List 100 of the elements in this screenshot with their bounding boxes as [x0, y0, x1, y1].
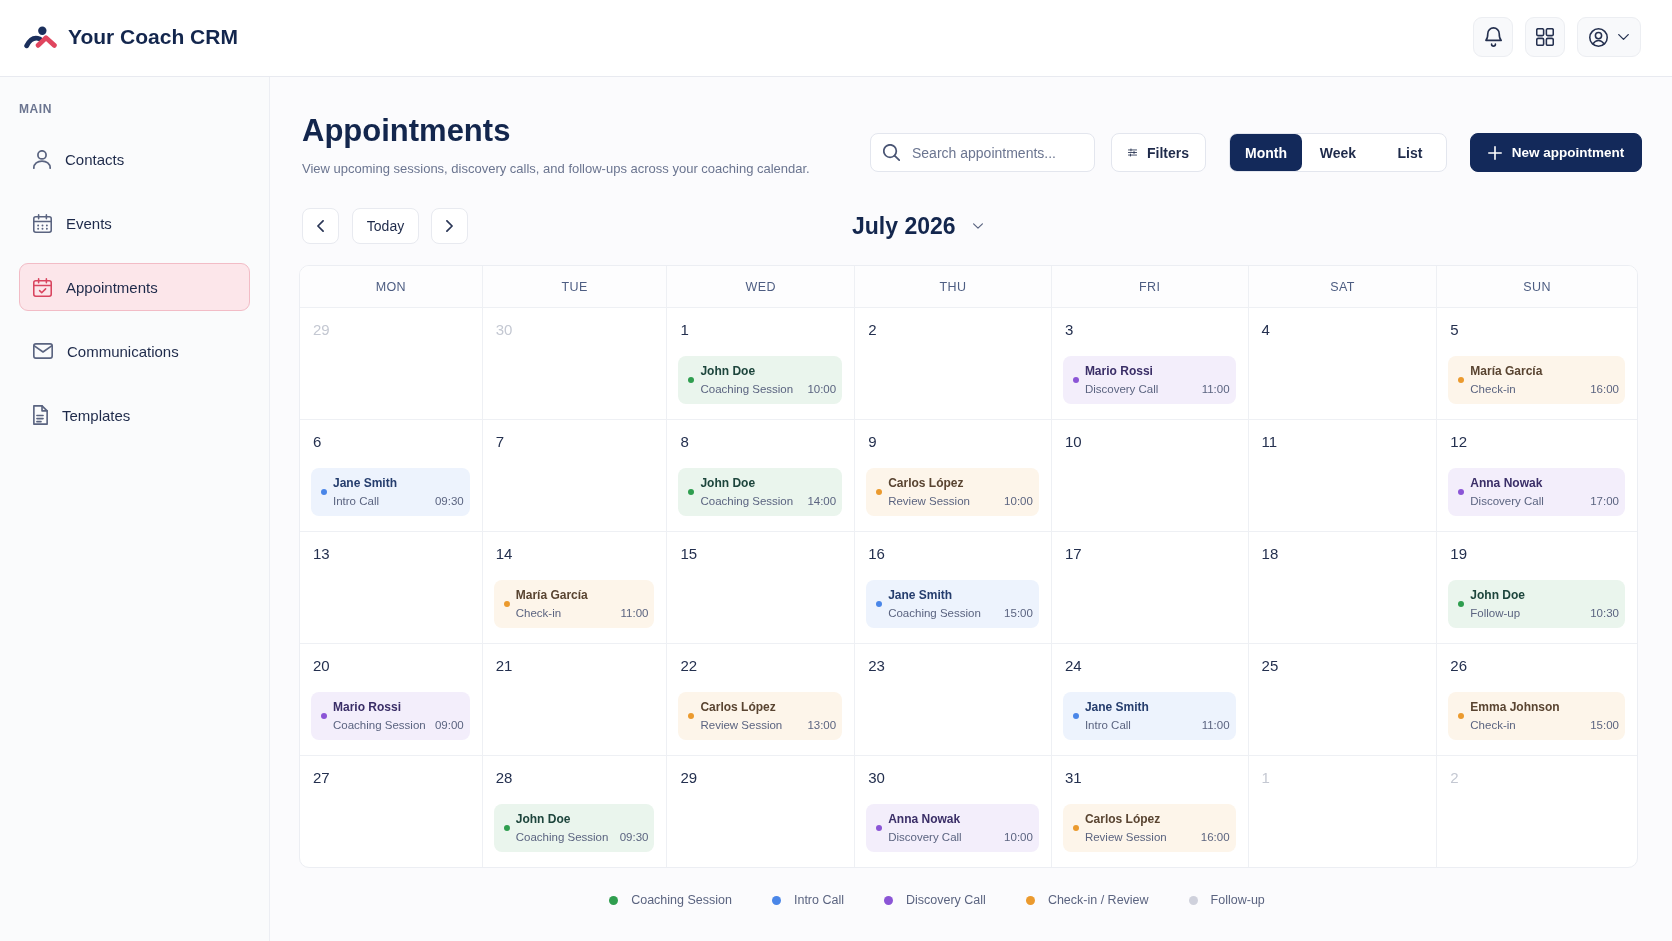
appointment-chip[interactable]: Anna Nowak Discovery Call 17:00 [1448, 468, 1625, 516]
legend-label: Coaching Session [631, 892, 732, 908]
weekday-label: SAT [1330, 279, 1355, 294]
chevron-left-icon [317, 220, 324, 232]
appointment-chip[interactable]: Carlos López Review Session 13:00 [678, 692, 843, 740]
session-time: 15:00 [1004, 606, 1033, 621]
day-number: 31 [1064, 769, 1082, 787]
appointment-chip[interactable]: John Doe Coaching Session 14:00 [678, 468, 843, 516]
session-time: 11:00 [1201, 718, 1230, 733]
weekday-label: SUN [1523, 279, 1551, 294]
legend-label: Follow-up [1210, 892, 1265, 908]
client-name: Carlos López [888, 475, 965, 491]
document-icon [33, 405, 48, 425]
appointment-chip[interactable]: María García Check-in 16:00 [1448, 356, 1625, 404]
session-time: 11:00 [1201, 382, 1230, 397]
sidebar-nav-item[interactable]: Events [19, 199, 250, 247]
view-tab[interactable]: Month [1230, 134, 1302, 171]
appointment-chip[interactable]: John Doe Follow-up 10:30 [1448, 580, 1625, 628]
client-name: Jane Smith [1084, 699, 1150, 715]
appointment-chip[interactable]: Carlos López Review Session 10:00 [866, 468, 1039, 516]
notifications-button[interactable] [1473, 17, 1513, 57]
session-type: Review Session [1084, 830, 1167, 845]
session-time: 15:00 [1590, 718, 1619, 733]
legend-label: Intro Call [793, 892, 844, 908]
view-tab[interactable]: Week [1302, 134, 1374, 171]
previous-month-button[interactable] [302, 208, 339, 244]
search-field[interactable]: Search appointments... [870, 133, 1095, 172]
client-name: Anna Nowak [1470, 475, 1544, 491]
day-number: 3 [1064, 321, 1074, 339]
day-number: 17 [1064, 545, 1082, 563]
client-name: Mario Rossi [1084, 363, 1154, 379]
page-subtitle: View upcoming sessions, discovery calls, and follow-ups across your coaching calendar. [302, 160, 810, 178]
client-name: John Doe [1470, 587, 1526, 603]
appointment-chip[interactable]: Emma Johnson Check-in 15:00 [1448, 692, 1625, 740]
day-number: 29 [313, 321, 330, 339]
bell-icon [1484, 27, 1502, 47]
appointment-chip[interactable]: John Doe Coaching Session 09:30 [493, 804, 655, 852]
chevron-right-icon [446, 220, 453, 232]
session-time: 10:00 [807, 382, 837, 397]
view-tab[interactable]: List [1374, 134, 1446, 171]
sidebar-nav-item[interactable]: Communications [19, 327, 250, 375]
appointment-chip[interactable]: John Doe Coaching Session 10:00 [678, 356, 843, 404]
appointment-chip[interactable]: Anna Nowak Discovery Call 10:00 [866, 804, 1039, 852]
appointment-chip[interactable]: Mario Rossi Discovery Call 11:00 [1062, 356, 1236, 404]
sidebar-nav-item[interactable]: Contacts [19, 135, 250, 183]
client-name: Jane Smith [888, 587, 954, 603]
session-type: Coaching Session [333, 718, 426, 733]
day-number: 9 [868, 433, 877, 451]
month-picker-button[interactable]: July 2026 [852, 212, 983, 240]
day-number: 11 [1261, 433, 1278, 451]
session-type: Coaching Session [700, 494, 794, 509]
day-number: 2 [868, 321, 877, 339]
sliders-icon [1128, 145, 1137, 160]
sidebar-nav-item[interactable]: Appointments [19, 263, 250, 311]
app-title: Your Coach CRM [68, 25, 238, 49]
day-number: 4 [1261, 321, 1270, 339]
day-number: 26 [1450, 657, 1467, 675]
session-time: 10:00 [1004, 494, 1033, 509]
calendar-check-icon [33, 277, 52, 297]
apps-button[interactable] [1525, 17, 1565, 57]
appointment-chip[interactable]: Jane Smith Intro Call 11:00 [1062, 692, 1236, 740]
client-name: María García [515, 587, 589, 603]
day-number: 2 [1450, 769, 1459, 787]
filters-button[interactable]: Filters [1111, 133, 1206, 172]
legend-label: Discovery Call [906, 892, 986, 908]
day-number: 8 [680, 433, 689, 451]
day-number: 21 [495, 657, 513, 675]
client-name: Mario Rossi [333, 699, 402, 715]
appointment-chip[interactable]: Jane Smith Coaching Session 15:00 [866, 580, 1039, 628]
grid-icon [1536, 28, 1554, 46]
day-number: 13 [313, 545, 330, 563]
client-name: Anna Nowak [888, 811, 962, 827]
sidebar-nav-item[interactable]: Templates [19, 391, 250, 439]
session-time: 17:00 [1590, 494, 1619, 509]
session-type: Discovery Call [1084, 382, 1159, 397]
session-type: Review Session [700, 718, 783, 733]
session-time: 09:00 [434, 718, 464, 733]
today-button[interactable]: Today [352, 208, 419, 244]
user-icon [1589, 27, 1608, 47]
session-type: Coaching Session [700, 382, 794, 397]
day-number: 28 [495, 769, 513, 787]
page-title: Appointments [302, 112, 512, 150]
new-appointment-button[interactable]: New appointment [1470, 133, 1642, 172]
session-time: 16:00 [1200, 830, 1230, 845]
appointment-chip[interactable]: Carlos López Review Session 16:00 [1062, 804, 1236, 852]
session-time: 09:30 [434, 494, 464, 509]
session-time: 14:00 [807, 494, 837, 509]
account-menu-button[interactable] [1577, 17, 1641, 57]
appointment-chip[interactable]: Mario Rossi Coaching Session 09:00 [311, 692, 470, 740]
weekday-label: WED [745, 279, 776, 294]
day-number: 16 [868, 545, 885, 563]
day-number: 19 [1450, 545, 1467, 563]
logo-icon [24, 25, 57, 49]
section-label: MAIN [19, 101, 54, 117]
session-time: 10:00 [1004, 830, 1033, 845]
appointment-chip[interactable]: Jane Smith Intro Call 09:30 [311, 468, 470, 516]
appointment-chip[interactable]: María García Check-in 11:00 [493, 580, 655, 628]
next-month-button[interactable] [431, 208, 468, 244]
day-number: 23 [868, 657, 885, 675]
day-number: 1 [1261, 769, 1270, 787]
